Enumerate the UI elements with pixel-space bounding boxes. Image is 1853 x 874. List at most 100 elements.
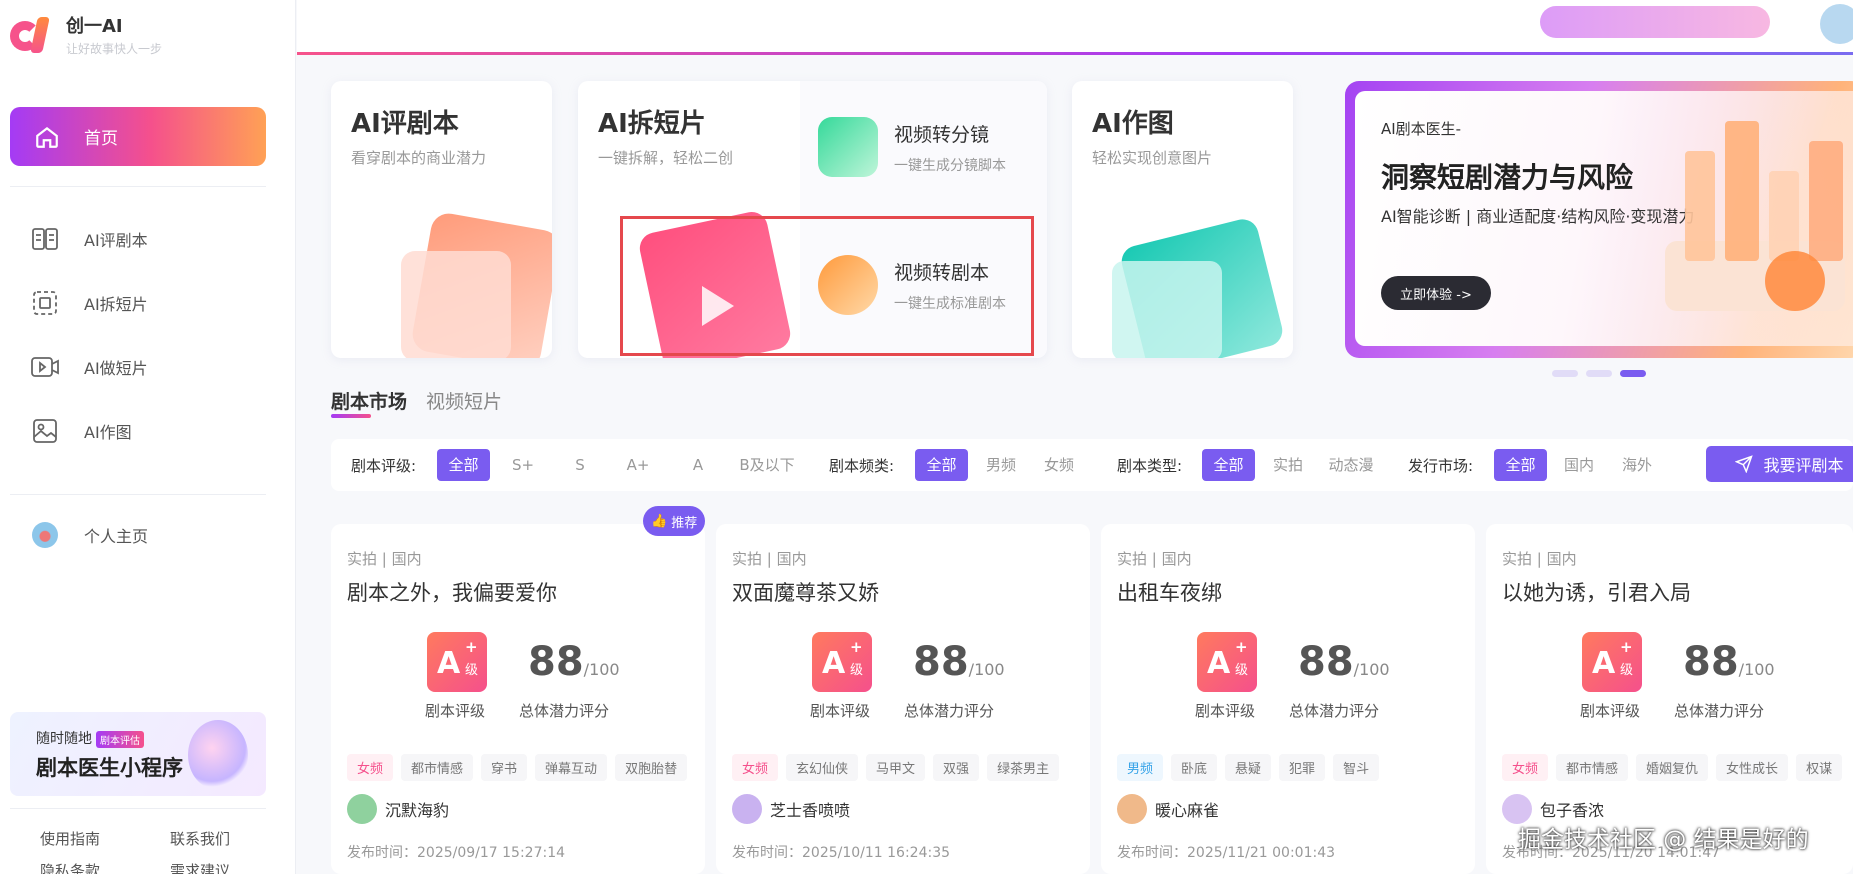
tag[interactable]: 双强 — [933, 754, 980, 781]
tag[interactable]: 女频 — [1502, 754, 1549, 781]
filter-type-anime[interactable]: 动态漫 — [1321, 449, 1381, 481]
logo-icon — [10, 15, 56, 55]
sidebar-item-ai-split[interactable]: AI拆短片 — [28, 288, 148, 318]
filter-market-all[interactable]: 全部 — [1494, 449, 1547, 481]
score-label: 总体潜力评分 — [1674, 702, 1765, 720]
filter-label-type: 剧本类型: — [1117, 457, 1183, 475]
filter-channel-all[interactable]: 全部 — [915, 449, 968, 481]
author[interactable]: 暖心麻雀 — [1117, 794, 1219, 824]
tag[interactable]: 悬疑 — [1225, 754, 1272, 781]
author[interactable]: 沉默海豹 — [347, 794, 449, 824]
filter-type-live[interactable]: 实拍 — [1268, 449, 1308, 481]
tab-video-shorts[interactable]: 视频短片 — [426, 387, 502, 414]
feature-card-review[interactable]: AI评剧本 看穿剧本的商业潜力 — [331, 81, 552, 358]
filter-grade-b[interactable]: B及以下 — [734, 449, 800, 481]
thumbs-up-icon: 👍 — [651, 513, 668, 529]
contact-link[interactable]: 联系我们 — [170, 828, 230, 849]
banner-title: 剧本医生小程序 — [36, 756, 183, 780]
storyboard-icon — [818, 117, 878, 177]
script-review-icon — [28, 224, 62, 254]
filter-grade-splus[interactable]: S+ — [503, 449, 543, 481]
promo-banner[interactable]: AI剧本医生- 洞察短剧潜力与风险 AI智能诊断 | 商业适配度·结构风险·变现… — [1345, 81, 1853, 358]
option-desc: 一键生成分镜脚本 — [894, 157, 1006, 174]
grade-label: 剧本评级 — [810, 702, 871, 720]
author-name: 暖心麻雀 — [1155, 801, 1220, 820]
carousel-dot-active[interactable] — [1620, 370, 1646, 377]
sidebar-item-ai-review[interactable]: AI评剧本 — [28, 224, 148, 254]
image-icon — [28, 416, 62, 446]
tag-list: 女频 都市情感 婚姻复仇 女性成长 权谋 — [1502, 754, 1852, 781]
card-category: 实拍 | 国内 — [732, 550, 807, 568]
sidebar-item-home[interactable]: 首页 — [10, 107, 266, 166]
card-subtitle: 一键拆解，轻松二创 — [598, 149, 734, 167]
filter-grade-s[interactable]: S — [565, 449, 595, 481]
carousel-dot[interactable] — [1586, 370, 1612, 377]
card-title: AI作图 — [1092, 109, 1174, 139]
filter-market-overseas[interactable]: 海外 — [1617, 449, 1657, 481]
sidebar-item-profile[interactable]: 个人主页 — [28, 520, 148, 550]
tag[interactable]: 都市情感 — [1556, 754, 1629, 781]
script-card[interactable]: 实拍 | 国内 双面魔尊茶又娇 A + 级 剧本评级 88/100 总体潜力评分 女… — [716, 524, 1090, 874]
filter-label-grade: 剧本评级: — [351, 457, 417, 475]
guide-link[interactable]: 使用指南 — [40, 828, 100, 849]
tag[interactable]: 玄幻仙侠 — [786, 754, 859, 781]
tab-script-market[interactable]: 剧本市场 — [331, 387, 407, 414]
card-title: 以她为诱，引君入局 — [1502, 581, 1691, 605]
sidebar-item-label: 首页 — [84, 129, 118, 149]
grade-label: 剧本评级 — [1195, 702, 1256, 720]
divider — [10, 808, 266, 809]
sidebar-item-ai-make[interactable]: AI做短片 — [28, 352, 148, 382]
tag[interactable]: 绿茶男主 — [987, 754, 1060, 781]
script-card[interactable]: 实拍 | 国内 出租车夜绑 A + 级 剧本评级 88/100 总体潜力评分 男频 … — [1101, 524, 1475, 874]
tag[interactable]: 都市情感 — [401, 754, 474, 781]
filter-grade-a[interactable]: A — [683, 449, 713, 481]
publish-date: 发布时间：2025/10/11 16:24:35 — [732, 845, 951, 861]
filter-channel-male[interactable]: 男频 — [981, 449, 1021, 481]
storyboard-option[interactable]: 视频转分镜一键生成分镜脚本 — [818, 117, 1006, 177]
tag[interactable]: 犯罪 — [1279, 754, 1326, 781]
tag[interactable]: 婚姻复仇 — [1636, 754, 1709, 781]
card-title: 双面魔尊茶又娇 — [732, 581, 879, 605]
home-icon — [36, 126, 58, 148]
tag[interactable]: 弹幕互动 — [535, 754, 608, 781]
chart-illustration-icon — [1665, 121, 1845, 311]
tag[interactable]: 权谋 — [1796, 754, 1843, 781]
submit-review-button[interactable]: 我要评剧本 — [1706, 446, 1853, 482]
tag[interactable]: 智斗 — [1333, 754, 1380, 781]
option-title: 视频转分镜 — [894, 123, 990, 146]
sidebar-item-label: AI拆短片 — [84, 295, 148, 314]
feedback-link[interactable]: 需求建议 — [170, 860, 230, 874]
try-now-button[interactable]: 立即体验 -> — [1381, 276, 1491, 310]
tag[interactable]: 女性成长 — [1716, 754, 1789, 781]
sidebar-item-label: AI作图 — [84, 423, 132, 442]
filter-grade-all[interactable]: 全部 — [437, 449, 490, 481]
score-label: 总体潜力评分 — [519, 702, 610, 720]
card-title: 剧本之外，我偏要爱你 — [347, 581, 557, 605]
tag[interactable]: 女频 — [347, 754, 394, 781]
script-card[interactable]: 实拍 | 国内 剧本之外，我偏要爱你 A + 级 剧本评级 88/100 总体潜力评… — [331, 524, 705, 874]
carousel-dot[interactable] — [1552, 370, 1578, 377]
filter-grade-aplus[interactable]: A+ — [618, 449, 658, 481]
mini-program-banner[interactable]: 随时随地 剧本评估 剧本医生小程序 — [10, 712, 266, 796]
feature-card-image[interactable]: AI作图 轻松实现创意图片 — [1072, 81, 1293, 358]
tag[interactable]: 男频 — [1117, 754, 1164, 781]
tag[interactable]: 女频 — [732, 754, 779, 781]
user-info-blurred[interactable] — [1540, 6, 1770, 38]
app-logo[interactable]: 创一AI 让好故事快人一步 — [10, 12, 162, 57]
author[interactable]: 芝士香喷喷 — [732, 794, 850, 824]
filter-bar: 剧本评级: 全部 S+ S A+ A B及以下 剧本频类: 全部 男频 女频 剧… — [331, 439, 1853, 491]
card-subtitle: 看穿剧本的商业潜力 — [351, 149, 487, 167]
tag[interactable]: 马甲文 — [866, 754, 926, 781]
avatar — [732, 794, 762, 824]
privacy-link[interactable]: 隐私条款 — [40, 860, 100, 874]
filter-channel-female[interactable]: 女频 — [1039, 449, 1079, 481]
sidebar-item-ai-image[interactable]: AI作图 — [28, 416, 132, 446]
filter-market-domestic[interactable]: 国内 — [1559, 449, 1599, 481]
tag[interactable]: 卧底 — [1171, 754, 1218, 781]
filter-type-all[interactable]: 全部 — [1202, 449, 1255, 481]
score-value: 88/100 — [1298, 639, 1390, 685]
author-name: 包子香浓 — [1540, 801, 1605, 820]
avatar[interactable] — [1820, 4, 1853, 44]
tag[interactable]: 穿书 — [481, 754, 528, 781]
tag[interactable]: 双胞胎替 — [615, 754, 688, 781]
